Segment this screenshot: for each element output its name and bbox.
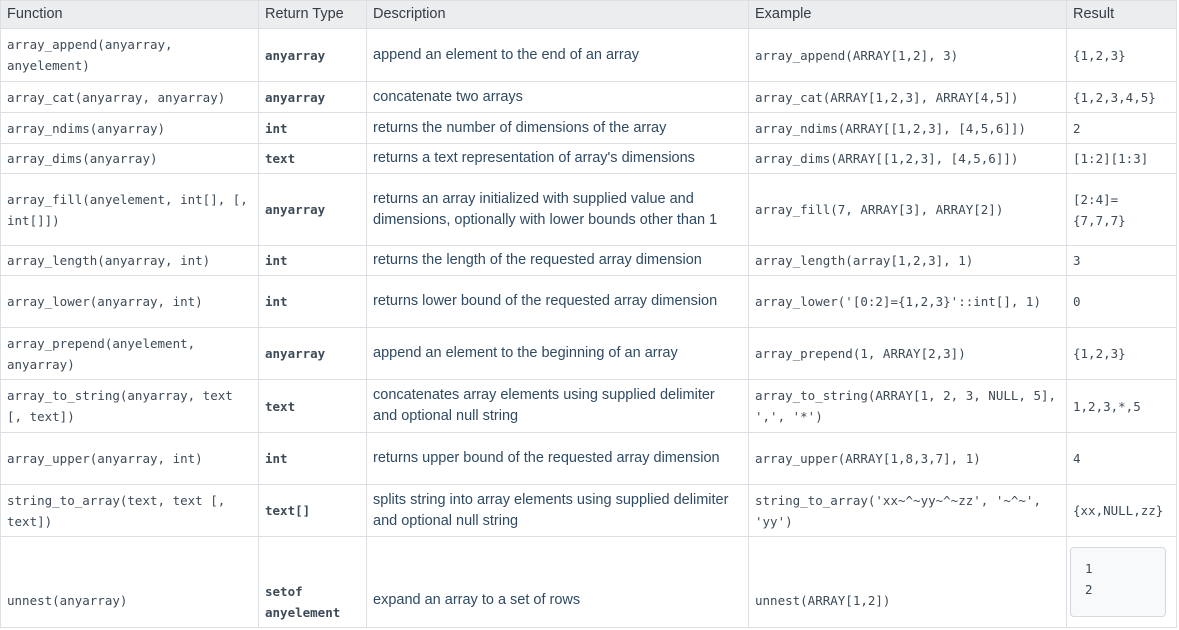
table-row: array_to_string(anyarray, text [, text])…: [0, 379, 1177, 433]
example-cell: array_length(array[1,2,3], 1): [748, 245, 1067, 276]
function-cell: array_dims(anyarray): [0, 143, 259, 174]
description-cell: returns lower bound of the requested arr…: [366, 275, 749, 328]
function-cell: array_append(anyarray, anyelement): [0, 28, 259, 82]
table-row: array_upper(anyarray, int) int returns u…: [0, 432, 1177, 485]
example-cell: array_cat(ARRAY[1,2,3], ARRAY[4,5]): [748, 81, 1067, 113]
function-cell: array_lower(anyarray, int): [0, 275, 259, 328]
functions-table: Function Return Type Description Example…: [0, 0, 1177, 628]
function-cell: array_length(anyarray, int): [0, 245, 259, 276]
return-type-cell: text: [258, 143, 367, 174]
example-cell: array_fill(7, ARRAY[3], ARRAY[2]): [748, 173, 1067, 246]
table-header-row: Function Return Type Description Example…: [0, 0, 1177, 29]
example-cell: array_append(ARRAY[1,2], 3): [748, 28, 1067, 82]
column-header-return-type: Return Type: [258, 0, 367, 29]
return-type-cell: int: [258, 112, 367, 144]
example-cell: string_to_array('xx~^~yy~^~zz', '~^~', '…: [748, 484, 1067, 537]
result-cell: 3: [1066, 245, 1177, 276]
example-cell: array_dims(ARRAY[[1,2,3], [4,5,6]]): [748, 143, 1067, 174]
return-type-cell: setof anyelement: [258, 536, 367, 628]
result-cell: {1,2,3,4,5}: [1066, 81, 1177, 113]
description-cell: concatenate two arrays: [366, 81, 749, 113]
example-cell: array_lower('[0:2]={1,2,3}'::int[], 1): [748, 275, 1067, 328]
description-cell: append an element to the end of an array: [366, 28, 749, 82]
table-row: array_fill(anyelement, int[], [, int[]])…: [0, 173, 1177, 246]
table-row: unnest(anyarray) setof anyelement expand…: [0, 536, 1177, 628]
column-header-description: Description: [366, 0, 749, 29]
description-cell: append an element to the beginning of an…: [366, 327, 749, 380]
function-cell: array_upper(anyarray, int): [0, 432, 259, 485]
column-header-result: Result: [1066, 0, 1177, 29]
return-type-cell: anyarray: [258, 28, 367, 82]
result-cell: 4: [1066, 432, 1177, 485]
table-row: array_prepend(anyelement, anyarray) anya…: [0, 327, 1177, 380]
result-line: 2: [1085, 582, 1093, 597]
description-cell: returns the length of the requested arra…: [366, 245, 749, 276]
description-cell: expand an array to a set of rows: [366, 536, 749, 628]
table-row: array_ndims(anyarray) int returns the nu…: [0, 112, 1177, 144]
function-cell: array_fill(anyelement, int[], [, int[]]): [0, 173, 259, 246]
column-header-function: Function: [0, 0, 259, 29]
table-row: array_append(anyarray, anyelement) anyar…: [0, 28, 1177, 82]
description-cell: returns the number of dimensions of the …: [366, 112, 749, 144]
function-cell: array_prepend(anyelement, anyarray): [0, 327, 259, 380]
result-cell: 2: [1066, 112, 1177, 144]
return-type-cell: anyarray: [258, 173, 367, 246]
result-cell: {xx,NULL,zz}: [1066, 484, 1177, 537]
result-cell: [2:4]={7,7,7}: [1066, 173, 1177, 246]
function-cell: array_ndims(anyarray): [0, 112, 259, 144]
return-type-cell: text: [258, 379, 367, 433]
example-cell: unnest(ARRAY[1,2]): [748, 536, 1067, 628]
return-type-cell: int: [258, 275, 367, 328]
example-cell: array_upper(ARRAY[1,8,3,7], 1): [748, 432, 1067, 485]
result-line: 1: [1085, 561, 1093, 576]
return-type-cell: text[]: [258, 484, 367, 537]
table-row: array_cat(anyarray, anyarray) anyarray c…: [0, 81, 1177, 113]
table-row: string_to_array(text, text [, text]) tex…: [0, 484, 1177, 537]
result-cell: 1,2,3,*,5: [1066, 379, 1177, 433]
result-cell: [1:2][1:3]: [1066, 143, 1177, 174]
table-row: array_lower(anyarray, int) int returns l…: [0, 275, 1177, 328]
function-cell: string_to_array(text, text [, text]): [0, 484, 259, 537]
function-cell: array_cat(anyarray, anyarray): [0, 81, 259, 113]
column-header-example: Example: [748, 0, 1067, 29]
return-type-cell: int: [258, 245, 367, 276]
result-cell: {1,2,3}: [1066, 327, 1177, 380]
function-cell: array_to_string(anyarray, text [, text]): [0, 379, 259, 433]
function-cell: unnest(anyarray): [0, 536, 259, 628]
description-cell: splits string into array elements using …: [366, 484, 749, 537]
return-type-cell: int: [258, 432, 367, 485]
example-cell: array_ndims(ARRAY[[1,2,3], [4,5,6]]): [748, 112, 1067, 144]
return-type-cell: anyarray: [258, 81, 367, 113]
result-output-box: 1 2: [1070, 547, 1166, 617]
result-cell: {1,2,3}: [1066, 28, 1177, 82]
description-cell: returns an array initialized with suppli…: [366, 173, 749, 246]
description-cell: returns upper bound of the requested arr…: [366, 432, 749, 485]
description-cell: returns a text representation of array's…: [366, 143, 749, 174]
result-cell: 1 2: [1066, 536, 1177, 628]
example-cell: array_to_string(ARRAY[1, 2, 3, NULL, 5],…: [748, 379, 1067, 433]
table-row: array_dims(anyarray) text returns a text…: [0, 143, 1177, 174]
table-row: array_length(anyarray, int) int returns …: [0, 245, 1177, 276]
result-cell: 0: [1066, 275, 1177, 328]
description-cell: concatenates array elements using suppli…: [366, 379, 749, 433]
return-type-cell: anyarray: [258, 327, 367, 380]
example-cell: array_prepend(1, ARRAY[2,3]): [748, 327, 1067, 380]
